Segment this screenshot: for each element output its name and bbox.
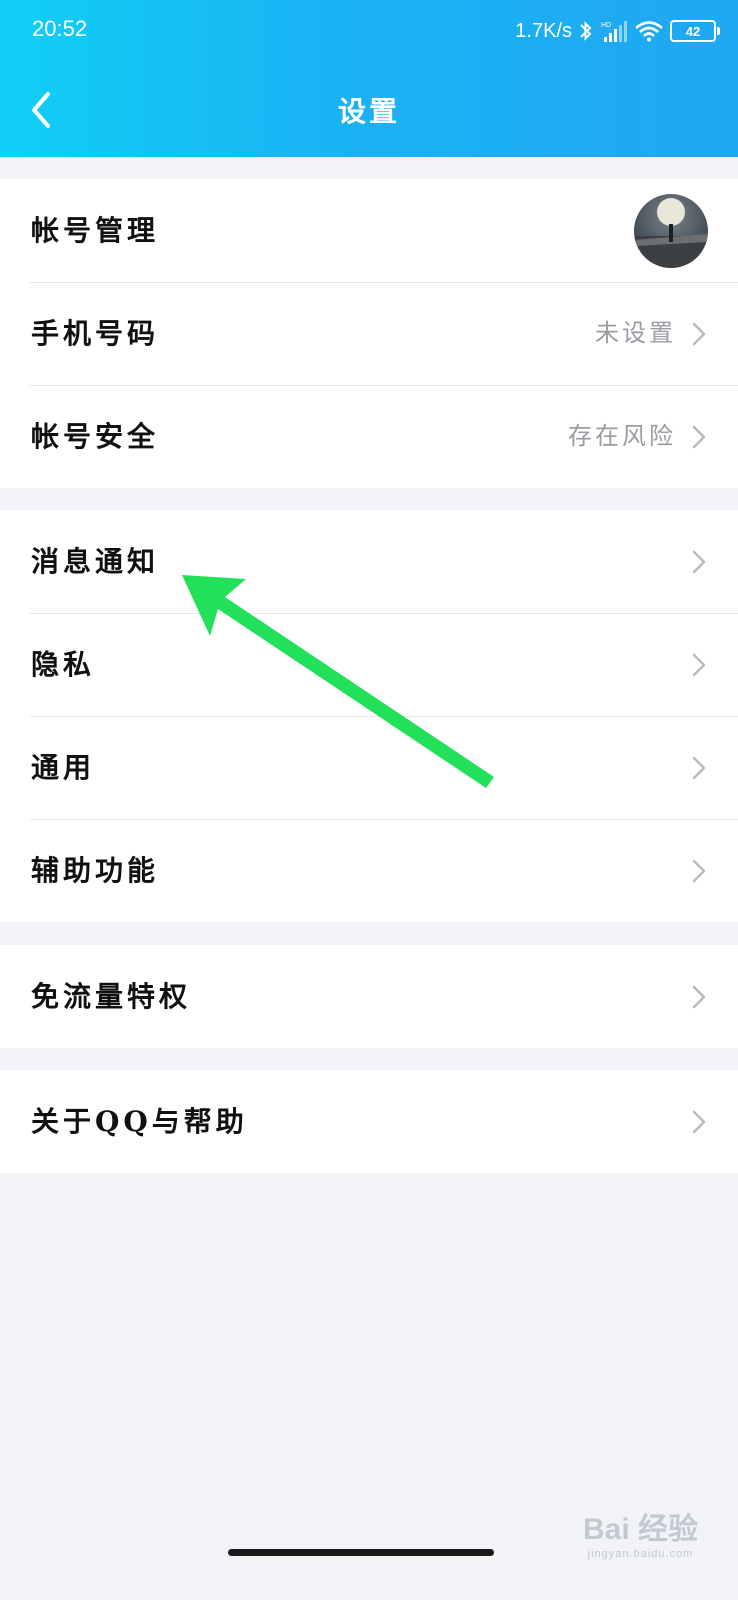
row-label: 消息通知 [31,545,160,578]
watermark-sub: jingyan.baidu.com [587,1548,694,1560]
row-privacy[interactable]: 隐私 [0,613,738,716]
row-account-management[interactable]: 帐号管理 [0,179,738,282]
row-free-data-privilege[interactable]: 免流量特权 [0,945,738,1048]
chevron-right-icon [692,756,706,780]
chevron-right-icon [692,1110,706,1134]
about-group: 关于QQ与帮助 [0,1070,738,1173]
battery-cap [717,27,720,35]
row-label: 帐号安全 [31,420,160,453]
data-privilege-group: 免流量特权 [0,945,738,1048]
signal-badge: HD [601,22,611,29]
chevron-right-icon [692,322,706,346]
bluetooth-icon [580,21,592,41]
nav-bar: 设置 [0,62,738,157]
row-message-notification[interactable]: 消息通知 [0,510,738,613]
row-label: 辅助功能 [31,854,160,887]
row-value: 存在风险 [568,422,676,450]
chevron-right-icon [692,985,706,1009]
row-label: 免流量特权 [31,980,192,1013]
page-title: 设置 [337,95,400,128]
chevron-right-icon [692,859,706,883]
baidu-watermark: Bai 经验 jingyan.baidu.com [583,1504,698,1560]
header: 20:52 1.7K/s HD 42 设置 [0,0,738,157]
chevron-right-icon [692,653,706,677]
account-group: 帐号管理 手机号码 未设置 帐号安全 存在风险 [0,179,738,488]
wifi-icon [635,21,663,42]
battery-level: 42 [670,20,716,42]
row-accessibility[interactable]: 辅助功能 [0,819,738,922]
row-account-security[interactable]: 帐号安全 存在风险 [0,385,738,488]
row-label: 手机号码 [31,317,160,350]
row-label: 隐私 [31,648,96,681]
battery-icon: 42 [670,20,720,42]
row-about-qq-help[interactable]: 关于QQ与帮助 [0,1070,738,1173]
row-value: 未设置 [595,319,676,347]
row-label: 帐号管理 [31,214,160,247]
row-label: 关于QQ与帮助 [31,1105,248,1138]
avatar [634,194,708,268]
signal-icon: HD [601,21,627,42]
row-phone-number[interactable]: 手机号码 未设置 [0,282,738,385]
chevron-right-icon [692,550,706,574]
watermark-main: Bai 经验 [582,1513,698,1546]
row-label: 通用 [31,751,96,784]
row-general[interactable]: 通用 [0,716,738,819]
status-indicators: 1.7K/s HD 42 [515,14,720,48]
general-group: 消息通知 隐私 通用 辅助功能 [0,510,738,922]
status-time: 20:52 [32,16,88,41]
home-indicator[interactable] [228,1549,494,1556]
status-bar: 20:52 1.7K/s HD 42 [0,0,738,62]
settings-screen: 20:52 1.7K/s HD 42 设置 帐号管理 手机号码 未设置 帐号安全… [0,0,738,1600]
network-speed: 1.7K/s [515,19,572,42]
chevron-right-icon [692,425,706,449]
